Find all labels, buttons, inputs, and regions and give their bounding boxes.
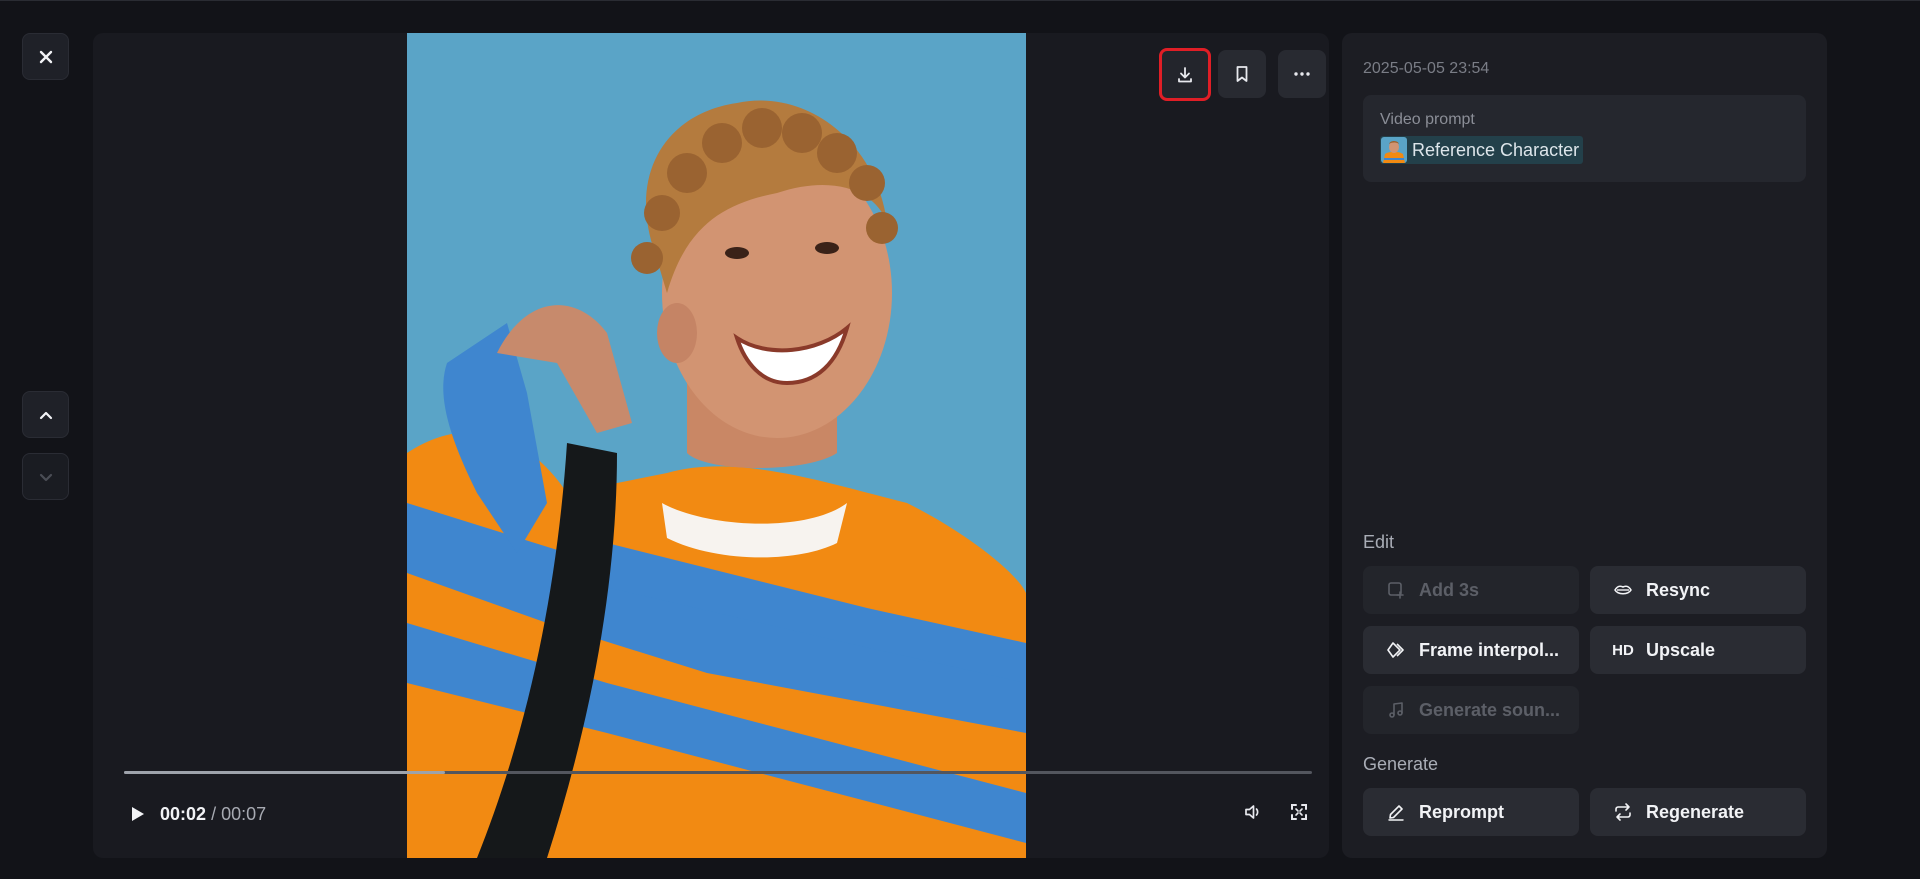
generate-sound-button: Generate soun... <box>1363 686 1579 734</box>
chevron-down-icon <box>39 473 52 481</box>
add-time-icon <box>1385 579 1407 601</box>
volume-button[interactable] <box>1240 799 1266 825</box>
more-options-button[interactable] <box>1278 50 1326 98</box>
created-timestamp: 2025-05-05 23:54 <box>1363 60 1490 77</box>
top-border <box>0 0 1920 1</box>
reference-character-chip[interactable]: Reference Character <box>1380 136 1584 164</box>
add-3s-label: Add 3s <box>1419 579 1480 600</box>
add-3s-button: Add 3s <box>1363 566 1579 614</box>
download-icon <box>1178 66 1192 82</box>
details-panel: 2025-05-05 23:54 Video prompt Reference … <box>1342 33 1827 858</box>
player-right-controls <box>1240 799 1312 825</box>
playback-controls: 00:02 / 00:07 <box>124 799 266 829</box>
reprompt-label: Reprompt <box>1419 801 1504 822</box>
regenerate-label: Regenerate <box>1646 801 1745 822</box>
video-player[interactable]: 00:02 / 00:07 <box>93 33 1329 858</box>
bookmark-button[interactable] <box>1218 50 1266 98</box>
previous-button[interactable] <box>22 391 69 438</box>
next-button[interactable] <box>22 453 69 500</box>
video-frame[interactable] <box>407 33 1026 858</box>
generate-sound-label: Generate soun... <box>1419 699 1561 720</box>
volume-icon <box>1245 805 1259 819</box>
music-note-icon <box>1385 699 1407 721</box>
resync-button[interactable]: Resync <box>1590 566 1806 614</box>
lips-icon <box>1612 579 1634 601</box>
bookmark-icon <box>1236 66 1248 82</box>
time-display: 00:02 / 00:07 <box>160 804 266 825</box>
download-button[interactable] <box>1159 48 1211 101</box>
frame-interpolation-label: Frame interpol... <box>1419 639 1560 660</box>
fullscreen-button[interactable] <box>1286 799 1312 825</box>
regenerate-button[interactable]: Regenerate <box>1590 788 1806 836</box>
fullscreen-icon <box>1291 804 1307 820</box>
total-time: 00:07 <box>221 803 267 824</box>
close-button[interactable] <box>22 33 69 80</box>
frame-interpolation-icon <box>1385 639 1407 661</box>
pencil-icon <box>1385 801 1407 823</box>
upscale-label: Upscale <box>1646 639 1716 660</box>
hd-icon: HD <box>1612 641 1634 659</box>
play-button[interactable] <box>124 801 150 827</box>
regenerate-icon <box>1612 801 1634 823</box>
time-separator: / <box>211 803 217 824</box>
chevron-up-icon <box>39 411 52 419</box>
close-icon <box>39 50 52 63</box>
progress-bar[interactable] <box>124 771 1312 774</box>
generate-section-label: Generate <box>1363 754 1439 774</box>
progress-fill <box>124 771 445 774</box>
current-time: 00:02 <box>160 803 207 824</box>
upscale-button[interactable]: HD Upscale <box>1590 626 1806 674</box>
video-prompt-box: Video prompt Reference Character <box>1363 95 1806 182</box>
frame-interpolation-button[interactable]: Frame interpol... <box>1363 626 1579 674</box>
edit-section-label: Edit <box>1363 532 1395 552</box>
play-icon <box>132 807 144 821</box>
reference-thumbnail <box>1381 137 1407 163</box>
video-prompt-label: Video prompt <box>1380 111 1475 128</box>
reprompt-button[interactable]: Reprompt <box>1363 788 1579 836</box>
portrait-image <box>407 33 1026 858</box>
resync-label: Resync <box>1646 579 1711 600</box>
reference-chip-label: Reference Character <box>1412 139 1580 160</box>
more-icon <box>1294 72 1310 76</box>
